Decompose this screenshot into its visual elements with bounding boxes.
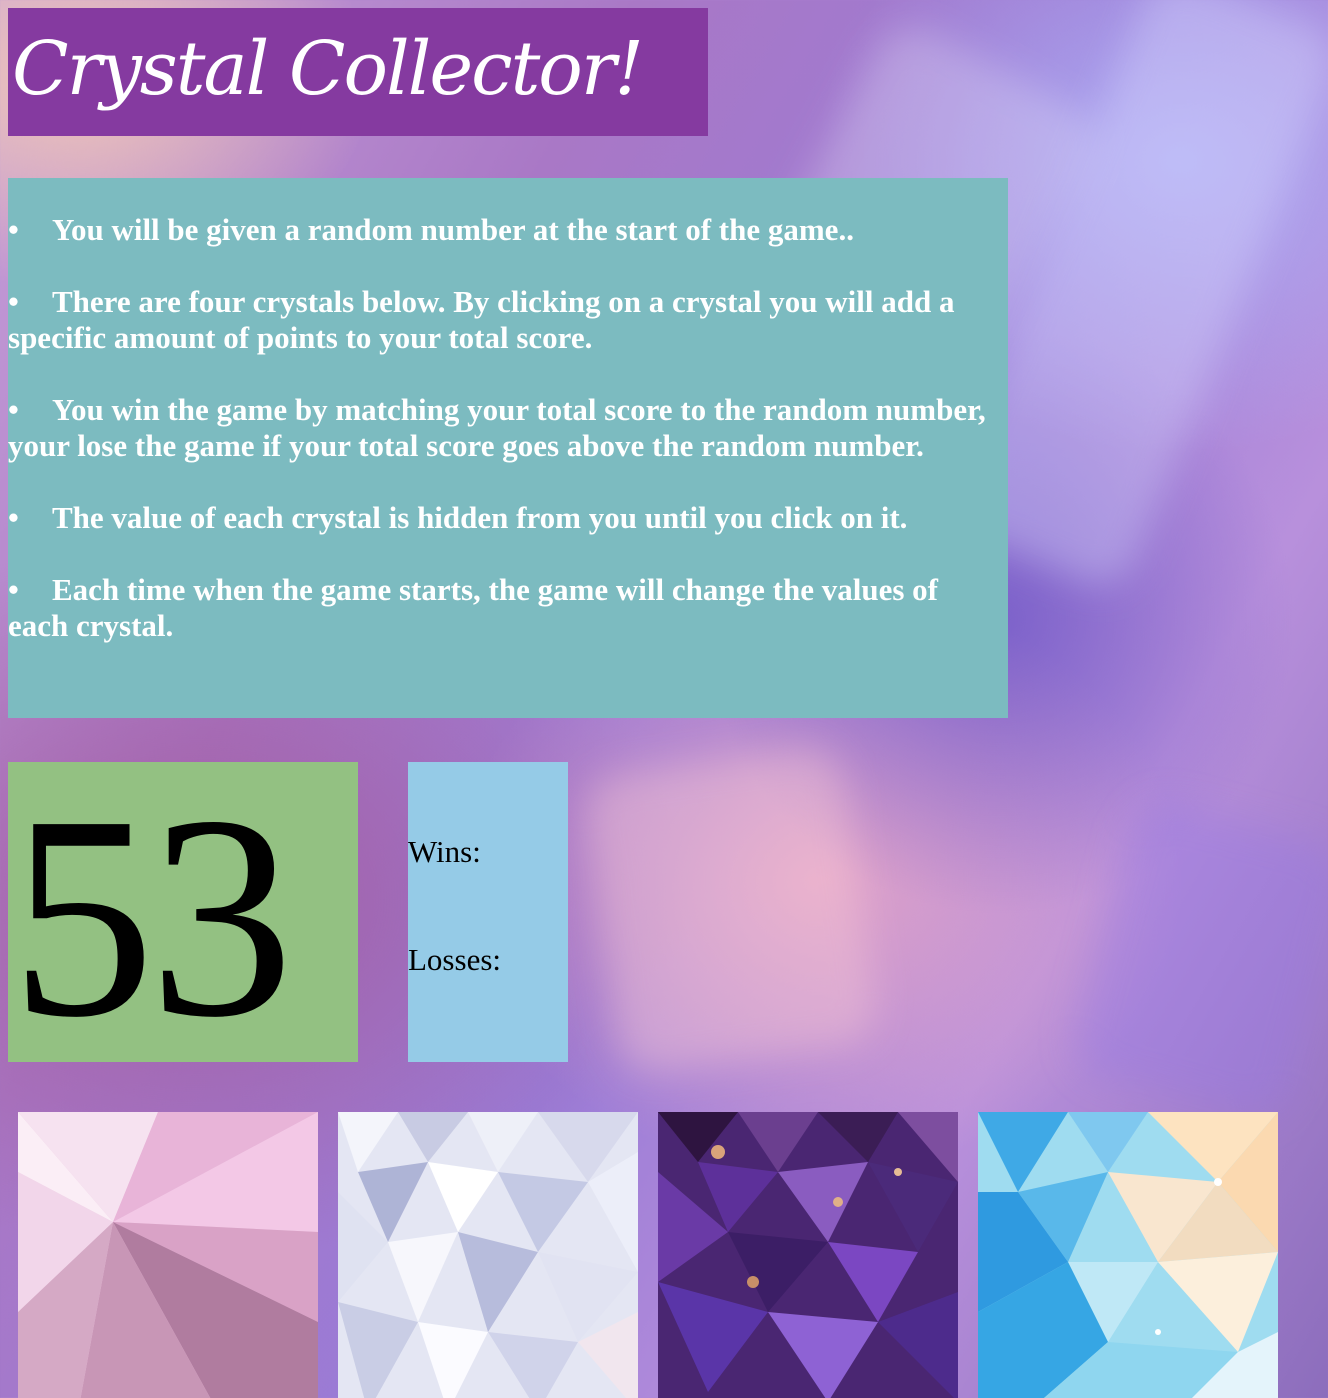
pink-crystal-button[interactable]: [18, 1112, 318, 1398]
scoreboard: Wins: Losses:: [408, 762, 568, 1062]
wins-label: Wins:: [408, 834, 481, 869]
bullet: •: [8, 392, 19, 427]
amethyst-crystal-image: [658, 1112, 958, 1398]
rule-text: The value of each crystal is hidden from…: [52, 500, 908, 535]
blue-crystal-image: [978, 1112, 1278, 1398]
bullet: •: [8, 212, 19, 247]
rule-item: • You will be given a random number at th…: [8, 212, 1008, 248]
white-crystal-button[interactable]: [338, 1112, 638, 1398]
rule-item: • Each time when the game starts, the gam…: [8, 572, 1008, 644]
rule-text: Each time when the game starts, the game…: [8, 572, 938, 643]
blue-crystal-button[interactable]: [978, 1112, 1278, 1398]
title-banner: Crystal Collector!: [8, 8, 708, 136]
target-number-box: 53: [8, 762, 358, 1062]
rule-text: You will be given a random number at the…: [52, 212, 854, 247]
page-title: Crystal Collector!: [12, 26, 644, 112]
rule-item: • You win the game by matching your total…: [8, 392, 1008, 464]
bullet: •: [8, 284, 19, 319]
bullet: •: [8, 572, 19, 607]
white-crystal-image: [338, 1112, 638, 1398]
rule-item: • There are four crystals below. By click…: [8, 284, 1008, 356]
rule-item: • The value of each crystal is hidden fro…: [8, 500, 1008, 536]
background-streak: [580, 743, 880, 1077]
instructions-panel: • You will be given a random number at th…: [8, 178, 1008, 718]
pink-crystal-image: [18, 1112, 318, 1398]
bullet: •: [8, 500, 19, 535]
background-streak: [1067, 796, 1328, 1124]
target-number: 53: [10, 762, 294, 1062]
losses-label: Losses:: [408, 942, 501, 977]
rule-text: There are four crystals below. By clicki…: [8, 284, 955, 355]
rule-text: You win the game by matching your total …: [8, 392, 986, 463]
amethyst-crystal-button[interactable]: [658, 1112, 958, 1398]
